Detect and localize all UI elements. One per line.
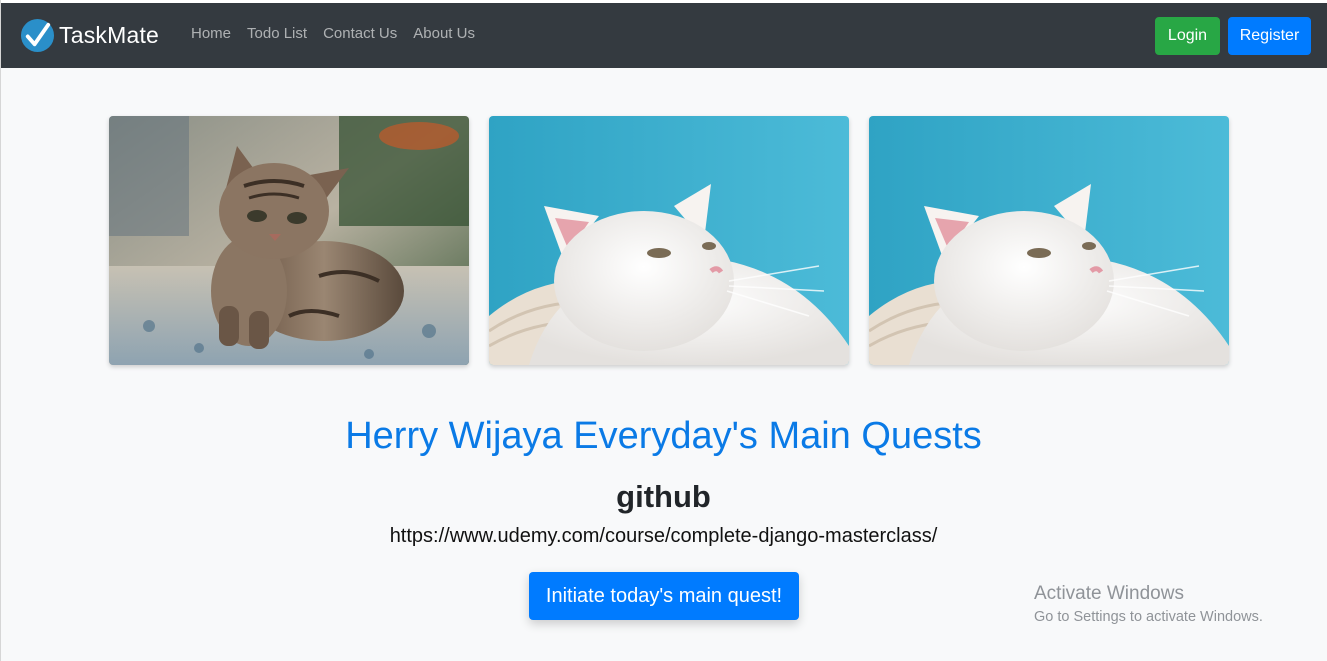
page-title: Herry Wijaya Everyday's Main Quests	[345, 415, 982, 457]
kitten-image-card	[109, 116, 469, 365]
white-cat-image-card	[869, 116, 1229, 365]
white-cat-image	[489, 116, 849, 365]
window-left-edge	[0, 0, 1, 661]
checkmark-logo-icon	[20, 18, 55, 52]
nav-todo-list-link[interactable]: Todo List	[247, 25, 307, 42]
brand[interactable]: TaskMate	[20, 17, 159, 53]
register-button[interactable]: Register	[1228, 17, 1311, 55]
white-cat-image	[869, 116, 1229, 365]
windows-activation-watermark: Activate Windows Go to Settings to activ…	[1034, 583, 1263, 625]
navbar: TaskMate Home Todo List Contact Us About…	[1, 3, 1327, 68]
watermark-title: Activate Windows	[1034, 583, 1184, 604]
nav-about-us-link[interactable]: About Us	[413, 25, 475, 42]
login-button[interactable]: Login	[1155, 17, 1220, 55]
github-heading: github	[616, 479, 711, 514]
start-quest-button[interactable]: Initiate today's main quest!	[529, 572, 799, 620]
brand-name: TaskMate	[59, 21, 160, 48]
course-url-text: https://www.udemy.com/course/complete-dj…	[389, 525, 938, 547]
watermark-subtitle: Go to Settings to activate Windows.	[1034, 609, 1263, 625]
nav-contact-us-link[interactable]: Contact Us	[323, 25, 397, 42]
tabby-kitten-image	[109, 116, 469, 365]
nav-links: Home Todo List Contact Us About Us	[191, 25, 491, 42]
nav-home-link[interactable]: Home	[191, 25, 231, 42]
white-cat-image-card	[489, 116, 849, 365]
